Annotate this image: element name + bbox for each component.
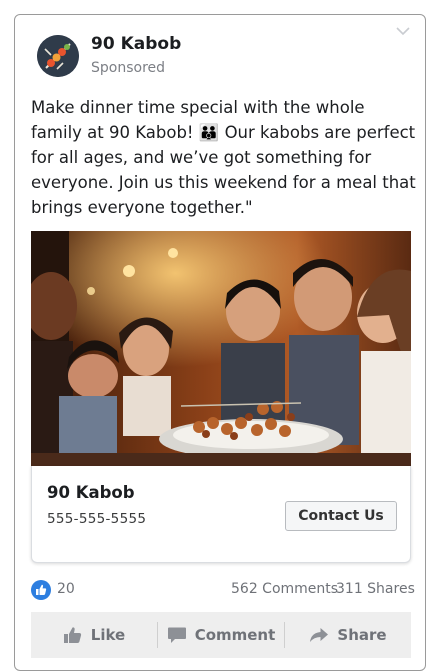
sponsored-label: Sponsored bbox=[91, 60, 166, 76]
share-label: Share bbox=[337, 626, 387, 644]
family-dinner-photo bbox=[31, 231, 411, 466]
action-bar: Like Comment Share bbox=[31, 612, 411, 658]
link-title[interactable]: 90 Kabob bbox=[47, 483, 135, 502]
thumbs-up-icon bbox=[63, 627, 81, 643]
contact-us-button[interactable]: Contact Us bbox=[285, 501, 397, 531]
page-name[interactable]: 90 Kabob bbox=[91, 34, 181, 54]
comment-label: Comment bbox=[194, 626, 276, 644]
comment-count[interactable]: 562 Comments bbox=[231, 581, 338, 597]
comment-icon bbox=[167, 627, 186, 643]
page-logo[interactable] bbox=[37, 35, 79, 77]
like-button[interactable]: Like bbox=[31, 612, 157, 658]
chevron-down-icon[interactable] bbox=[395, 25, 411, 37]
like-label: Like bbox=[90, 626, 126, 644]
post-photo[interactable] bbox=[31, 231, 411, 466]
post-text: Make dinner time special with the whole … bbox=[31, 98, 416, 217]
comment-button[interactable]: Comment bbox=[158, 612, 284, 658]
share-count[interactable]: 311 Shares bbox=[336, 581, 415, 597]
kabob-skewer-icon bbox=[37, 35, 79, 77]
sponsored-post-card: 90 Kabob Sponsored Make dinner time spec… bbox=[14, 14, 426, 671]
like-reaction-icon[interactable] bbox=[31, 580, 51, 600]
link-phone: 555-555-5555 bbox=[47, 511, 147, 527]
link-preview[interactable]: 90 Kabob 555-555-5555 Contact Us bbox=[31, 466, 411, 563]
share-arrow-icon bbox=[310, 628, 329, 642]
like-count[interactable]: 20 bbox=[57, 581, 75, 597]
share-button[interactable]: Share bbox=[285, 612, 411, 658]
